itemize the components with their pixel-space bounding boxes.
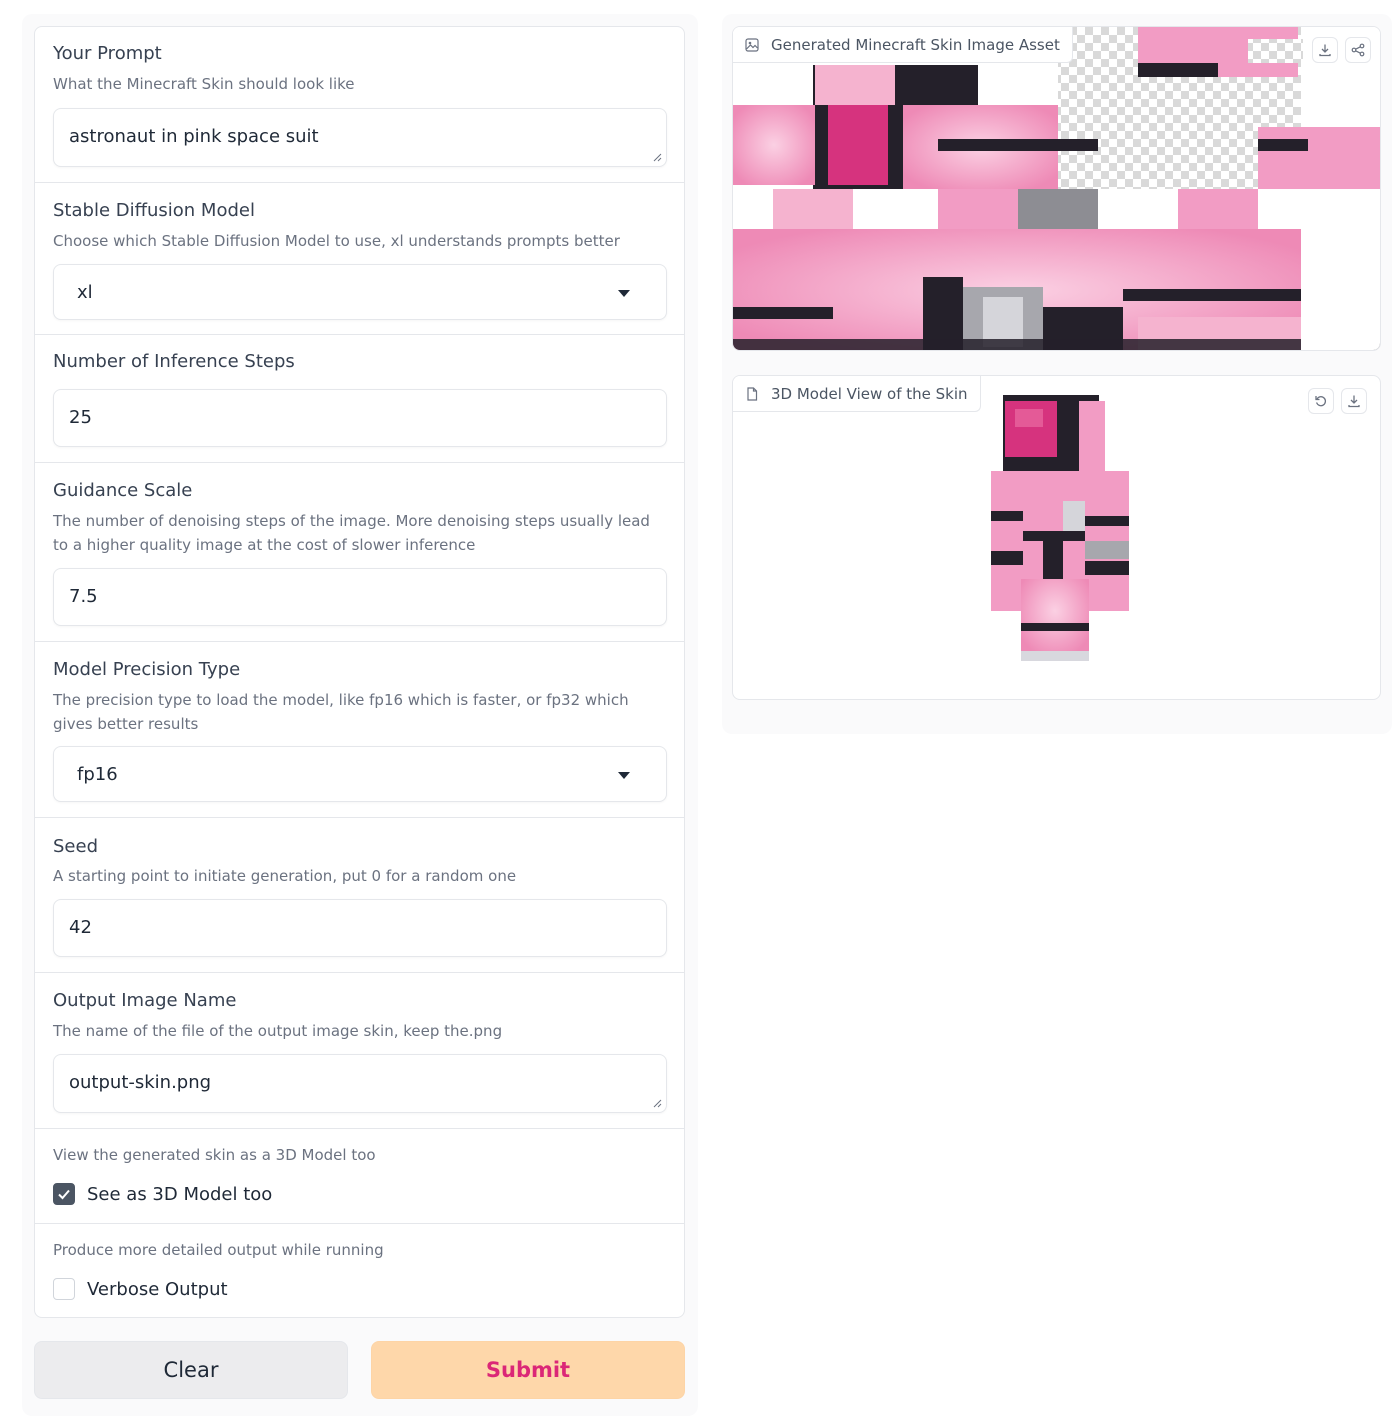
chevron-down-icon [618, 290, 630, 297]
output-name-value: output-skin.png [69, 1072, 212, 1093]
verbose-checkbox-label[interactable]: Verbose Output [87, 1279, 228, 1300]
model3d-output-label: 3D Model View of the Skin [733, 376, 981, 412]
verbose-block: Produce more detailed output while runni… [35, 1224, 684, 1317]
submit-button[interactable]: Submit [371, 1341, 685, 1399]
precision-info: The precision type to load the model, li… [53, 691, 629, 733]
model-info: Choose which Stable Diffusion Model to u… [53, 232, 620, 250]
model-block: Stable Diffusion Model Choose which Stab… [35, 183, 684, 335]
precision-label: Model Precision Type [53, 659, 241, 680]
model-value: xl [77, 282, 93, 303]
seed-label: Seed [53, 836, 98, 857]
guidance-info: The number of denoising steps of the ima… [53, 512, 650, 554]
resize-handle-icon[interactable] [652, 152, 662, 162]
image-output-title: Generated Minecraft Skin Image Asset [771, 36, 1060, 54]
minecraft-skin-image [733, 27, 1380, 350]
guidance-block: Guidance Scale The number of denoising s… [35, 463, 684, 642]
resize-handle-icon[interactable] [652, 1098, 662, 1108]
output-name-block: Output Image Name The name of the file o… [35, 973, 684, 1129]
file-icon [747, 387, 758, 401]
precision-block: Model Precision Type The precision type … [35, 642, 684, 818]
guidance-input[interactable]: 7.5 [53, 568, 667, 626]
guidance-value: 7.5 [69, 586, 98, 607]
seed-input[interactable]: 42 [53, 899, 667, 957]
prompt-textarea[interactable]: astronaut in pink space suit [53, 108, 667, 167]
image-output-panel: Generated Minecraft Skin Image Asset [732, 26, 1381, 351]
model3d-checkbox[interactable] [53, 1183, 75, 1205]
model3d-info: View the generated skin as a 3D Model to… [53, 1146, 376, 1164]
prompt-label: Your Prompt [53, 43, 162, 64]
share-button[interactable] [1345, 37, 1371, 63]
seed-block: Seed A starting point to initiate genera… [35, 818, 684, 973]
precision-value: fp16 [77, 764, 118, 785]
download-icon [1348, 395, 1360, 408]
model-label: Stable Diffusion Model [53, 200, 255, 221]
output-name-info: The name of the file of the output image… [53, 1022, 503, 1040]
model3d-output-panel: 3D Model View of the Skin [732, 375, 1381, 700]
model-dropdown[interactable]: xl [53, 264, 667, 320]
prompt-block: Your Prompt What the Minecraft Skin shou… [35, 27, 684, 183]
steps-block: Number of Inference Steps 25 [35, 335, 684, 463]
chevron-down-icon [618, 772, 630, 779]
output-name-label: Output Image Name [53, 990, 237, 1011]
reset-view-button[interactable] [1308, 388, 1334, 414]
precision-dropdown[interactable]: fp16 [53, 746, 667, 802]
model3d-output-title: 3D Model View of the Skin [771, 385, 968, 403]
reset-view-icon [1315, 396, 1327, 407]
seed-info: A starting point to initiate generation,… [53, 867, 517, 885]
steps-input[interactable]: 25 [53, 389, 667, 447]
verbose-info: Produce more detailed output while runni… [53, 1241, 384, 1259]
model-download-button[interactable] [1341, 388, 1367, 414]
output-name-textarea[interactable]: output-skin.png [53, 1054, 667, 1113]
download-icon [1319, 44, 1331, 57]
clear-button[interactable]: Clear [34, 1341, 348, 1399]
prompt-info: What the Minecraft Skin should look like [53, 75, 355, 93]
seed-value: 42 [69, 917, 92, 938]
check-icon [58, 1189, 70, 1200]
model3d-block: View the generated skin as a 3D Model to… [35, 1129, 684, 1224]
verbose-checkbox[interactable] [53, 1278, 75, 1300]
steps-label: Number of Inference Steps [53, 351, 295, 372]
guidance-label: Guidance Scale [53, 480, 193, 501]
image-icon [745, 38, 759, 52]
input-form: Your Prompt What the Minecraft Skin shou… [34, 26, 685, 1318]
download-button[interactable] [1312, 37, 1338, 63]
prompt-value: astronaut in pink space suit [69, 126, 319, 147]
model3d-checkbox-label[interactable]: See as 3D Model too [87, 1184, 272, 1205]
minecraft-3d-model [991, 395, 1129, 661]
steps-value: 25 [69, 407, 92, 428]
image-output-label: Generated Minecraft Skin Image Asset [733, 27, 1073, 63]
share-icon [1351, 43, 1365, 57]
